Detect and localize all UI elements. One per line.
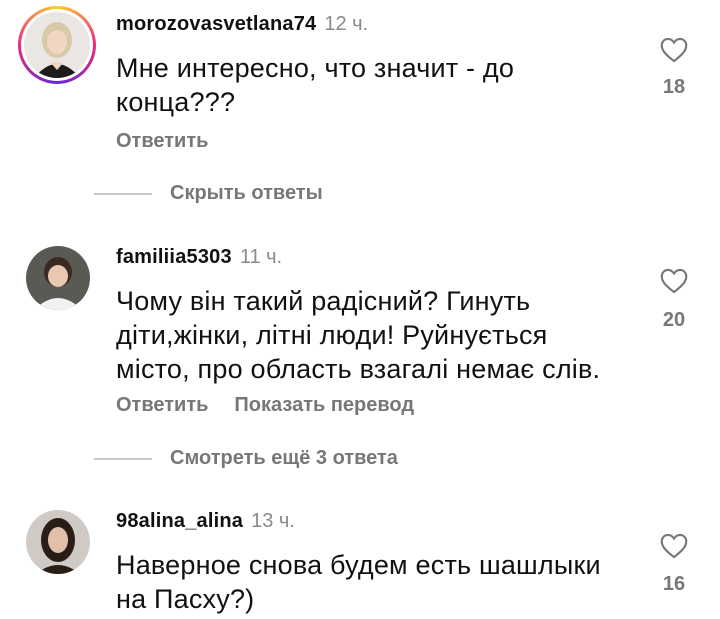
thread-divider-line xyxy=(94,192,152,195)
reply-button[interactable]: Ответить xyxy=(116,394,208,416)
username[interactable]: 98alina_alina xyxy=(116,510,243,532)
like-count: 20 xyxy=(662,309,686,331)
like-count: 18 xyxy=(662,76,686,98)
hide-replies-toggle[interactable]: Скрыть ответы xyxy=(94,182,323,205)
view-more-replies-button[interactable]: Смотреть ещё 3 ответа xyxy=(170,447,398,469)
comment-actions: Ответить Показать перевод xyxy=(116,394,440,417)
comment-meta: familiia5303 11 ч. xyxy=(116,246,282,269)
like-count: 16 xyxy=(662,573,686,595)
avatar[interactable] xyxy=(26,246,90,310)
heart-outline-icon[interactable] xyxy=(660,268,688,294)
avatar[interactable] xyxy=(26,510,90,574)
hide-replies-button[interactable]: Скрыть ответы xyxy=(170,182,323,204)
comment-actions: Ответить xyxy=(116,130,234,153)
comment-98alina_alina: 98alina_alina 13 ч. Наверное снова будем … xyxy=(0,0,720,614)
comment-text: Наверное снова будем есть шашлыки на Пас… xyxy=(116,550,601,614)
comment-text: Чому він такий радісний? Гинуть діти,жін… xyxy=(116,286,601,384)
timestamp: 13 ч. xyxy=(251,510,295,532)
thread-divider-line xyxy=(94,457,152,460)
username[interactable]: familiia5303 xyxy=(116,246,232,268)
view-more-replies-toggle[interactable]: Смотреть ещё 3 ответа xyxy=(94,447,398,470)
show-translation-button[interactable]: Показать перевод xyxy=(234,394,414,416)
comment-meta: 98alina_alina 13 ч. xyxy=(116,510,295,533)
reply-button[interactable]: Ответить xyxy=(116,130,208,152)
heart-outline-icon[interactable] xyxy=(660,533,688,559)
timestamp: 11 ч. xyxy=(239,246,283,268)
